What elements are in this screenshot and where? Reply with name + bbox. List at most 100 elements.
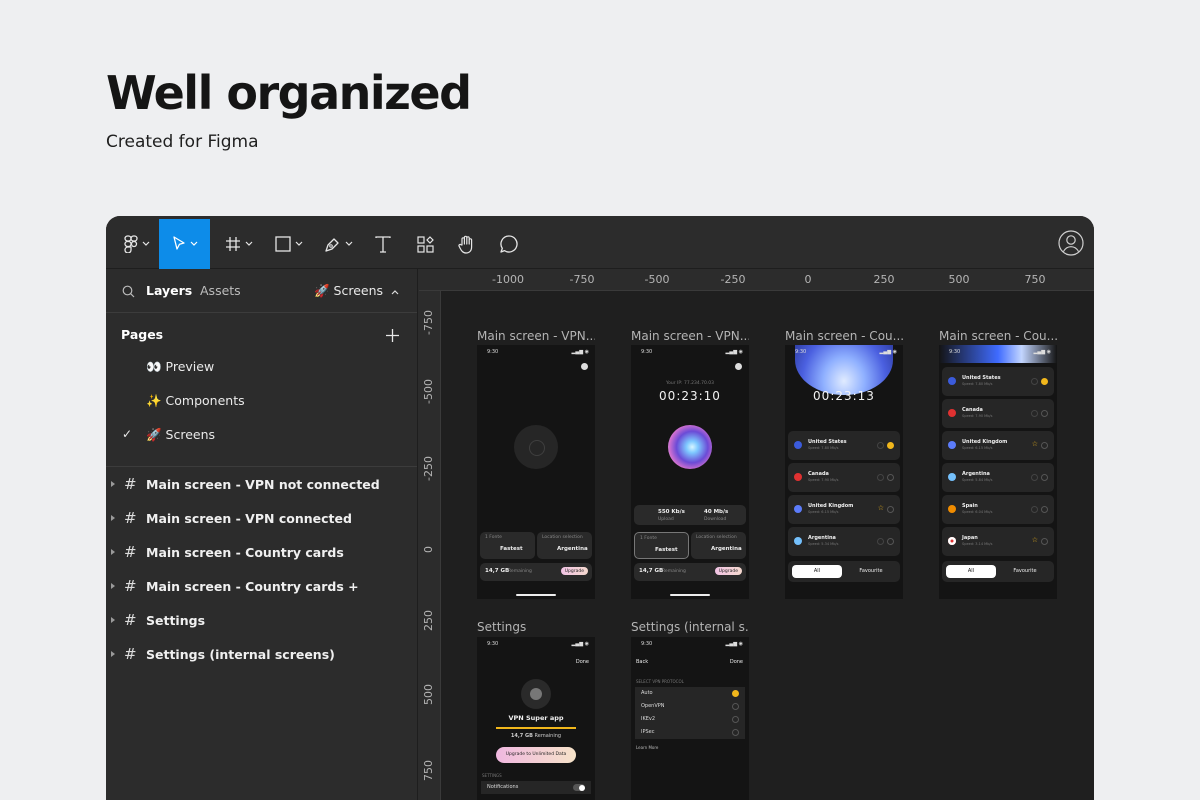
chevron-down-icon — [295, 241, 303, 246]
comment-tool-button[interactable] — [494, 219, 524, 269]
page-item-screens[interactable]: 🚀 Screens — [146, 427, 215, 443]
frame-settings[interactable]: 9:30 ▂▄▆ ◉ Done VPN Super app 14,7 GB Re… — [477, 637, 595, 800]
frame-title[interactable]: Main screen - VPN... — [477, 329, 595, 343]
current-page-selector[interactable]: 🚀 Screens — [314, 283, 399, 299]
mode-card: 1 Fonte Fastest — [480, 532, 535, 559]
frame-tool-button[interactable] — [216, 219, 262, 269]
selected-icon — [1041, 378, 1048, 385]
status-icons: ▂▄▆ ◉ — [571, 349, 590, 355]
flag-ar-icon — [948, 473, 956, 481]
current-page-label: 🚀 Screens — [313, 283, 384, 298]
layer-frame-main-connected[interactable]: # Main screen - VPN connected — [106, 503, 418, 533]
layer-frame-settings-internal[interactable]: # Settings (internal screens) — [106, 639, 418, 669]
design-canvas[interactable]: -1000 -750 -500 -250 0 250 500 750 -750 … — [419, 269, 1094, 800]
upgrade-unlimited-button: Upgrade to Unlimited Data — [496, 747, 576, 763]
frame-title[interactable]: Main screen - Cou... — [785, 329, 903, 343]
filter-segmented-control: All Favourite — [942, 561, 1054, 582]
data-card: 14,7 GB Remaining Upgrade — [634, 563, 746, 581]
ruler-horizontal: -1000 -750 -500 -250 0 250 500 750 — [419, 269, 1094, 291]
layer-frame-settings[interactable]: # Settings — [106, 605, 418, 635]
country-name: Spain — [962, 503, 978, 509]
text-icon — [375, 235, 391, 253]
ruler-label: -750 — [569, 273, 595, 286]
layer-frame-main-not-connected[interactable]: # Main screen - VPN not connected — [106, 469, 418, 499]
search-layers-button[interactable] — [122, 283, 135, 302]
resources-button[interactable] — [410, 219, 440, 269]
globe-graphic — [795, 345, 893, 395]
favourite-icon — [1031, 410, 1038, 417]
ruler-label: 0 — [422, 546, 435, 553]
frame-title[interactable]: Main screen - VPN... — [631, 329, 749, 343]
power-button — [514, 425, 558, 469]
frame-title[interactable]: Settings (internal s... — [631, 620, 749, 634]
tab-layers[interactable]: Layers — [146, 283, 192, 298]
shape-tool-button[interactable] — [266, 219, 312, 269]
country-speed: Speed: 7.80 Mb/s — [962, 382, 993, 386]
home-indicator — [516, 594, 556, 596]
country-speed: Speed: 7.90 Mb/s — [808, 478, 839, 482]
frame-vpn-not-connected[interactable]: 9:30 ▂▄▆ ◉ 1 Fonte Fastest Location sele… — [477, 345, 595, 599]
star-icon: ☆ — [877, 504, 884, 512]
chevron-up-icon — [391, 290, 399, 295]
country-card: United States Speed: 7.80 Mb/s — [942, 367, 1054, 396]
frame-title[interactable]: Main screen - Cou... — [939, 329, 1057, 343]
plus-icon — [386, 329, 399, 342]
expand-arrow-icon[interactable] — [111, 617, 115, 623]
selected-icon — [887, 442, 894, 449]
frame-country-cards[interactable]: 9:30 ▂▄▆ ◉ 00:23:13 United States Speed:… — [785, 345, 903, 599]
upgrade-badge: Upgrade — [560, 567, 588, 575]
country-card: Canada Speed: 7.90 Mb/s — [788, 463, 900, 492]
status-time: 9:30 — [487, 349, 499, 355]
country-name: Canada — [962, 407, 983, 413]
page-item-preview[interactable]: 👀 Preview — [146, 359, 214, 375]
pen-tool-button[interactable] — [316, 219, 362, 269]
tab-assets[interactable]: Assets — [200, 283, 241, 298]
frame-title[interactable]: Settings — [477, 620, 595, 634]
location-label: Location selection — [542, 535, 583, 540]
move-tool-button[interactable] — [159, 219, 210, 269]
flag-jp-icon — [948, 537, 956, 545]
data-remaining: Remaining — [662, 569, 686, 574]
layer-label: Settings — [146, 612, 206, 628]
layer-frame-country-cards[interactable]: # Main screen - Country cards — [106, 537, 418, 567]
layer-frame-country-cards-plus[interactable]: # Main screen - Country cards + — [106, 571, 418, 601]
notifications-label: Notifications — [487, 784, 519, 790]
expand-arrow-icon[interactable] — [111, 481, 115, 487]
radio-icon — [887, 474, 894, 481]
frame-icon: # — [124, 577, 137, 595]
hero-title: Well organized — [106, 66, 472, 120]
page-item-components[interactable]: ✨ Components — [146, 393, 245, 409]
speed-card: 550 Kb/s Upload 40 Mb/s Download — [634, 505, 746, 525]
gear-icon — [735, 363, 742, 370]
connection-timer: 00:23:10 — [659, 389, 721, 403]
frame-country-cards-plus[interactable]: 9:30 ▂▄▆ ◉ United States Speed: 7.80 Mb/… — [939, 345, 1057, 599]
data-card: 14,7 GB Remaining Upgrade — [480, 563, 592, 581]
radio-icon — [887, 538, 894, 545]
expand-arrow-icon[interactable] — [111, 549, 115, 555]
mode-value: Fastest — [655, 547, 678, 553]
radio-icon — [1041, 506, 1048, 513]
layer-label: Settings (internal screens) — [146, 646, 335, 662]
frame-icon: # — [124, 543, 137, 561]
frame-settings-internal[interactable]: 9:30 ▂▄▆ ◉ Back Done SELECT VPN PROTOCOL… — [631, 637, 749, 800]
favourite-icon — [1031, 474, 1038, 481]
add-page-button[interactable] — [386, 323, 399, 347]
expand-arrow-icon[interactable] — [111, 651, 115, 657]
upgrade-badge: Upgrade — [714, 567, 742, 575]
app-avatar — [521, 679, 551, 709]
ruler-label: 750 — [1024, 273, 1046, 286]
text-tool-button[interactable] — [368, 219, 398, 269]
country-card: United Kingdom Speed: 6.15 Mb/s ☆ — [788, 495, 900, 524]
profile-button[interactable] — [1058, 230, 1084, 256]
layers-panel: Layers Assets 🚀 Screens Pages 👀 Preview … — [106, 269, 418, 800]
expand-arrow-icon[interactable] — [111, 583, 115, 589]
ruler-label: 500 — [948, 273, 970, 286]
frame-icon — [226, 237, 240, 251]
hand-tool-button[interactable] — [452, 219, 482, 269]
settings-section-title: SETTINGS — [482, 773, 502, 778]
frame-vpn-connected[interactable]: 9:30 ▂▄▆ ◉ Your IP: 77.234.70.03 00:23:1… — [631, 345, 749, 599]
location-card: Location selection Argentina — [537, 532, 592, 559]
ruler-vertical: -750 -500 -250 0 250 500 750 — [419, 291, 441, 800]
expand-arrow-icon[interactable] — [111, 515, 115, 521]
figma-menu-button[interactable] — [114, 219, 160, 269]
